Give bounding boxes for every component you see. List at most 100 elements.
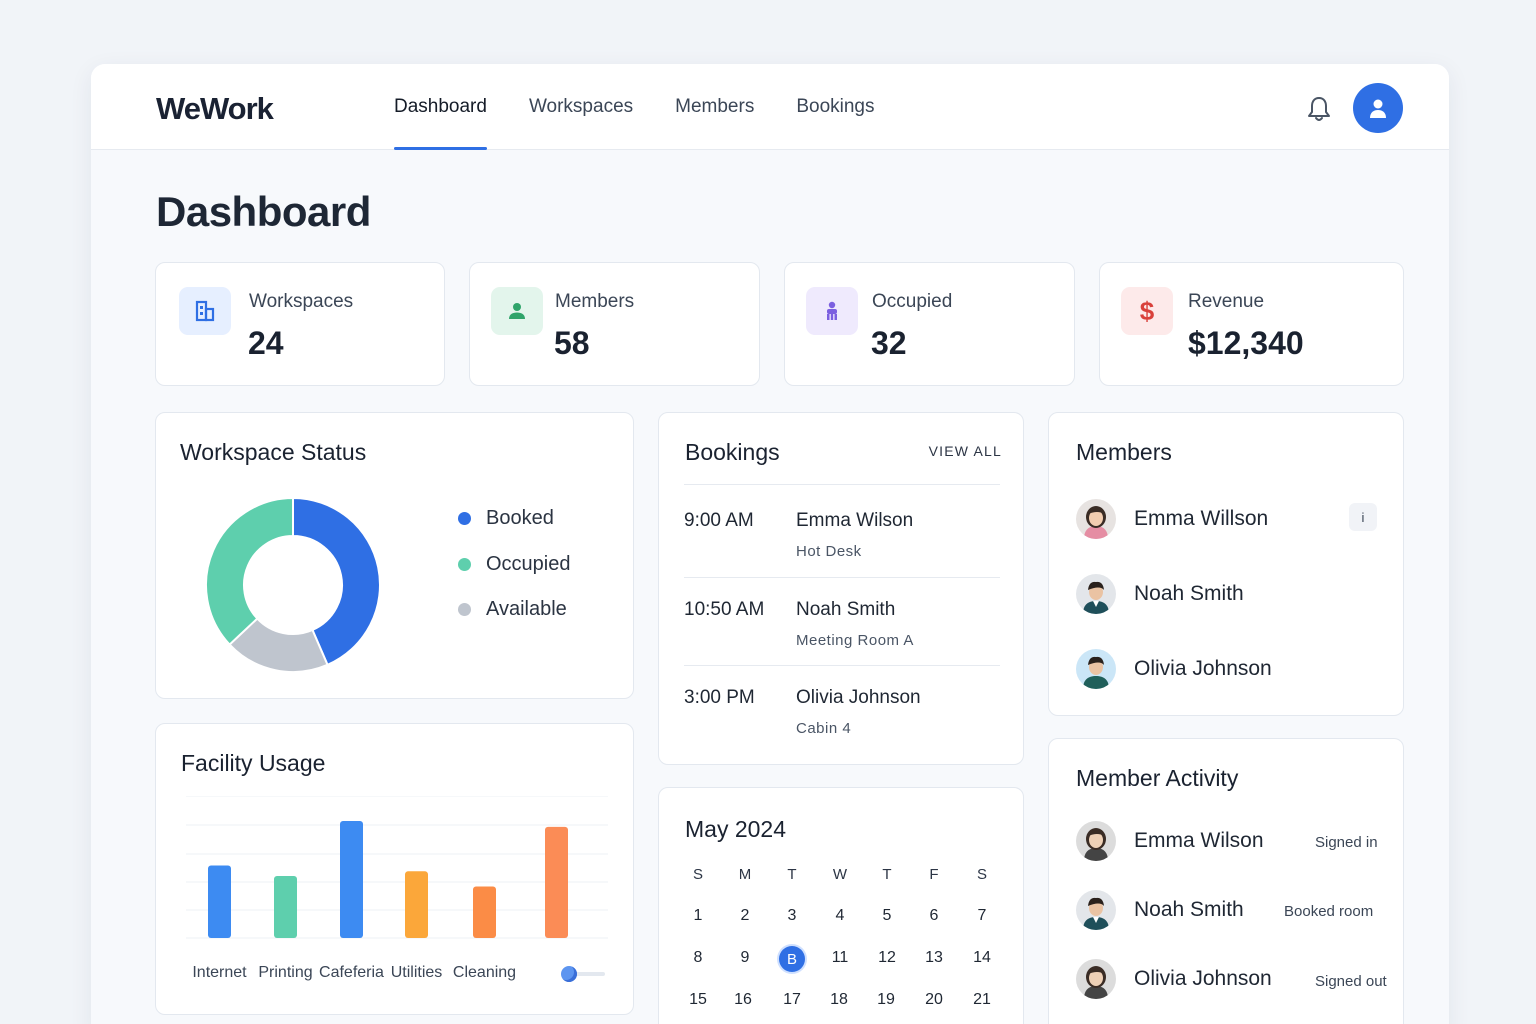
stat-label: Revenue (1188, 291, 1265, 312)
bar-unlabeled (545, 826, 568, 938)
avatar (1076, 649, 1116, 689)
activity-status: Booked room (1284, 903, 1374, 920)
stat-card-members[interactable]: Members 58 (469, 262, 760, 386)
booking-time: 10:50 AM (684, 599, 765, 620)
activity-row[interactable]: Olivia Johnson (1076, 959, 1272, 999)
legend-occupied: Occupied (458, 553, 571, 576)
calendar-day[interactable]: 5 (869, 907, 905, 925)
stat-value: 24 (248, 325, 284, 361)
booking-row[interactable]: 3:00 PM Olivia Johnson Cabin 4 (684, 665, 1000, 754)
donut-segment-occupied (205, 496, 294, 646)
booking-row[interactable]: 9:00 AM Emma Wilson Hot Desk (684, 484, 1000, 573)
person-seat-icon (806, 287, 858, 335)
calendar-day[interactable]: 20 (916, 991, 952, 1009)
calendar-weekday: S (692, 866, 703, 883)
main-nav: Dashboard Workspaces Members Bookings (373, 64, 896, 150)
facility-bar-chart (186, 796, 608, 939)
calendar-day[interactable]: 3 (774, 907, 810, 925)
stat-card-workspaces[interactable]: Workspaces 24 (155, 262, 445, 386)
booking-time: 9:00 AM (684, 510, 754, 531)
stat-value: 58 (554, 325, 590, 361)
stat-label: Occupied (872, 291, 953, 312)
legend-dot (458, 558, 471, 571)
top-bar: WeWork Dashboard Workspaces Members Book… (91, 64, 1449, 150)
calendar-day[interactable]: 6 (916, 907, 952, 925)
activity-status: Signed out (1315, 973, 1387, 990)
legend-label: Available (486, 598, 567, 620)
donut-chart (205, 496, 381, 673)
booking-member: Olivia Johnson (796, 687, 921, 708)
view-all-link[interactable]: VIEW ALL (929, 443, 1002, 459)
stat-card-revenue[interactable]: $ Revenue $12,340 (1099, 262, 1404, 386)
page-title: Dashboard (156, 188, 371, 235)
member-row[interactable]: Olivia Johnson (1076, 649, 1272, 689)
legend-booked: Booked (458, 507, 554, 530)
booking-time: 3:00 PM (684, 687, 755, 708)
calendar-day[interactable]: 4 (822, 907, 858, 925)
member-row[interactable]: Noah Smith (1076, 574, 1244, 614)
booking-place: Hot Desk (796, 543, 862, 560)
calendar-day[interactable]: 16 (725, 991, 761, 1009)
member-name: Noah Smith (1134, 582, 1244, 605)
info-icon[interactable]: i (1349, 503, 1377, 531)
avatar (1076, 821, 1116, 861)
bookings-card: Bookings VIEW ALL 9:00 AM Emma Wilson Ho… (658, 412, 1024, 765)
nav-tab-bookings[interactable]: Bookings (775, 64, 895, 150)
legend-dot (458, 603, 471, 616)
calendar-day[interactable]: 1 (680, 907, 716, 925)
calendar-day[interactable]: 12 (869, 949, 905, 967)
calendar-day[interactable]: 14 (964, 949, 1000, 967)
nav-tab-workspaces[interactable]: Workspaces (508, 64, 654, 150)
stat-label: Workspaces (249, 291, 354, 312)
activity-row[interactable]: Noah Smith (1076, 890, 1244, 930)
card-title: Member Activity (1076, 765, 1239, 791)
facility-usage-card: Facility Usage Internet Printing Cafeferia… (155, 723, 634, 1015)
toggle-switch[interactable] (561, 966, 607, 982)
booking-row[interactable]: 10:50 AM Noah Smith Meeting Room A (684, 577, 1000, 666)
activity-row[interactable]: Emma Wilson (1076, 821, 1264, 861)
person-icon (491, 287, 543, 335)
user-avatar-button[interactable] (1353, 83, 1403, 133)
calendar-day[interactable]: 15 (680, 991, 716, 1009)
calendar-day[interactable]: 2 (727, 907, 763, 925)
member-name: Noah Smith (1134, 898, 1244, 921)
calendar-weekday: F (929, 866, 939, 883)
booking-place: Meeting Room A (796, 632, 914, 649)
nav-tab-members[interactable]: Members (654, 64, 775, 150)
calendar-weekday: S (976, 866, 987, 883)
calendar-day[interactable]: 17 (774, 991, 810, 1009)
calendar-weekday: T (787, 866, 797, 883)
stat-value: $12,340 (1188, 325, 1304, 361)
legend-dot (458, 512, 471, 525)
calendar-day[interactable]: 11 (822, 949, 858, 967)
bell-icon[interactable] (1304, 94, 1334, 124)
app-window: WeWork Dashboard Workspaces Members Book… (91, 64, 1449, 1024)
calendar-day-today[interactable]: B (779, 946, 805, 972)
bar-printing (274, 875, 297, 938)
calendar-day[interactable]: 21 (964, 991, 1000, 1009)
stat-value: 32 (871, 325, 907, 361)
calendar-day[interactable]: 13 (916, 949, 952, 967)
dollar-icon: $ (1121, 287, 1173, 335)
calendar-day[interactable]: 7 (964, 907, 1000, 925)
avatar (1076, 890, 1116, 930)
calendar-weekday: W (832, 866, 848, 883)
avatar (1076, 574, 1116, 614)
booking-member: Emma Wilson (796, 510, 914, 531)
calendar-day[interactable]: 8 (680, 949, 716, 967)
member-name: Emma Willson (1134, 507, 1269, 530)
bar-internet (208, 865, 231, 938)
app-logo[interactable]: WeWork (156, 91, 274, 127)
nav-tab-dashboard[interactable]: Dashboard (373, 64, 508, 150)
calendar-weekday: T (882, 866, 892, 883)
calendar-day[interactable]: 19 (868, 991, 904, 1009)
member-name: Emma Wilson (1134, 829, 1264, 852)
card-title: Facility Usage (181, 750, 326, 776)
card-title: Workspace Status (180, 439, 367, 465)
calendar-day[interactable]: 9 (727, 949, 763, 967)
stat-card-occupied[interactable]: Occupied 32 (784, 262, 1075, 386)
member-row[interactable]: Emma Willson (1076, 499, 1268, 539)
calendar-day[interactable]: 18 (821, 991, 857, 1009)
user-icon (1370, 99, 1386, 118)
bar-cleaning (473, 886, 496, 938)
